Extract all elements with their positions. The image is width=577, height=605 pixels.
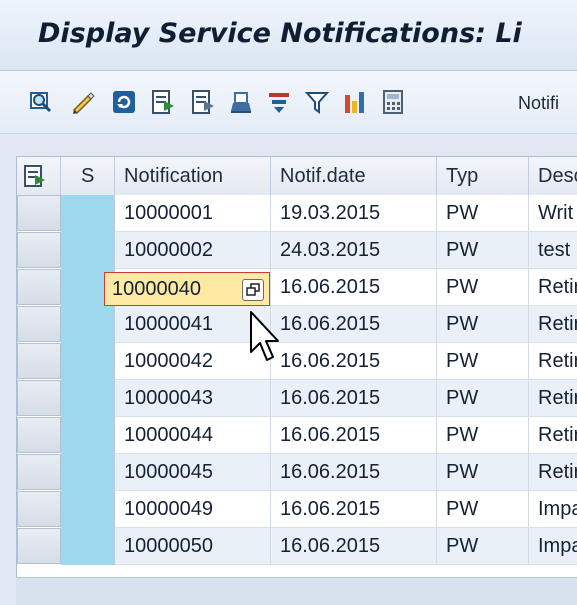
- status-cell: [61, 343, 115, 380]
- table-row[interactable]: 1000005016.06.2015PWImpa: [17, 528, 577, 565]
- status-cell: [61, 380, 115, 417]
- table-row[interactable]: 1000004016.06.2015PWRetir: [17, 269, 577, 306]
- details-icon[interactable]: [28, 89, 54, 115]
- row-selector[interactable]: [17, 417, 61, 453]
- title-bar: Display Service Notifications: Li: [0, 0, 577, 71]
- status-cell: [61, 528, 115, 565]
- notif-date-cell[interactable]: 16.06.2015: [271, 269, 437, 306]
- type-cell[interactable]: PW: [437, 343, 529, 380]
- table-row[interactable]: 10000002 24.03.2015 PW test: [17, 232, 577, 269]
- column-header-desc[interactable]: Desc: [529, 157, 577, 195]
- description-cell[interactable]: Retir: [529, 269, 577, 306]
- column-header-s[interactable]: S: [61, 157, 115, 195]
- description-cell[interactable]: test: [529, 232, 577, 269]
- notif-date-cell[interactable]: 16.06.2015: [271, 491, 437, 528]
- status-cell: [61, 417, 115, 454]
- notification-filter-label[interactable]: Notifi: [518, 93, 559, 114]
- notif-date-cell[interactable]: 16.06.2015: [271, 306, 437, 343]
- table-row[interactable]: 10000045 16.06.2015 PW Retir: [17, 454, 577, 491]
- type-cell[interactable]: PW: [437, 269, 529, 306]
- filter-icon[interactable]: [304, 89, 330, 115]
- notification-cell[interactable]: 10000050: [115, 528, 271, 565]
- refresh-icon[interactable]: [111, 89, 137, 115]
- select-all-icon[interactable]: [17, 157, 61, 195]
- print-icon[interactable]: [228, 89, 254, 115]
- table-row[interactable]: 10000041 16.06.2015 PW Retir: [17, 306, 577, 343]
- row-selector[interactable]: [17, 269, 61, 305]
- table-row[interactable]: 10000042 16.06.2015 PW Retir: [17, 343, 577, 380]
- status-cell: [61, 491, 115, 528]
- notification-cell[interactable]: 10000044: [115, 417, 271, 454]
- calculator-icon[interactable]: [380, 89, 406, 115]
- column-header-notif-date[interactable]: Notif.date: [271, 157, 437, 195]
- row-selector[interactable]: [17, 491, 61, 527]
- type-cell[interactable]: PW: [437, 491, 529, 528]
- notif-date-cell[interactable]: 16.06.2015: [271, 380, 437, 417]
- notif-date-cell[interactable]: 16.06.2015: [271, 528, 437, 565]
- description-cell[interactable]: Retir: [529, 343, 577, 380]
- type-cell[interactable]: PW: [437, 528, 529, 565]
- description-cell[interactable]: Retir: [529, 380, 577, 417]
- notif-date-cell[interactable]: 19.03.2015: [271, 195, 437, 232]
- row-selector[interactable]: [17, 306, 61, 342]
- table-row[interactable]: 10000001 19.03.2015 PW Writ: [17, 195, 577, 232]
- row-selector[interactable]: [17, 528, 61, 564]
- export-list-icon[interactable]: [150, 89, 176, 115]
- type-cell[interactable]: PW: [437, 306, 529, 343]
- status-cell: [61, 195, 115, 232]
- status-cell: [61, 306, 115, 343]
- notification-cell[interactable]: 10000040: [115, 269, 271, 306]
- sort-icon[interactable]: [266, 89, 292, 115]
- description-cell[interactable]: Retir: [529, 306, 577, 343]
- status-strip: [16, 577, 577, 605]
- chart-icon[interactable]: [342, 89, 368, 115]
- status-cell: [61, 454, 115, 491]
- description-cell[interactable]: Retir: [529, 417, 577, 454]
- page-title: Display Service Notifications: Li: [38, 18, 522, 49]
- notification-cell[interactable]: 10000002: [115, 232, 271, 269]
- row-selector[interactable]: [17, 380, 61, 416]
- status-cell: [61, 232, 115, 269]
- type-cell[interactable]: PW: [437, 232, 529, 269]
- row-selector[interactable]: [17, 195, 61, 231]
- type-cell[interactable]: PW: [437, 380, 529, 417]
- table-row[interactable]: 1000004916.06.2015PWImpa: [17, 491, 577, 528]
- notification-cell[interactable]: 10000049: [115, 491, 271, 528]
- notif-date-cell[interactable]: 16.06.2015: [271, 343, 437, 380]
- notifications-table: S Notification Notif.date Typ Desc 10000…: [16, 156, 577, 577]
- notification-cell[interactable]: 10000045: [115, 454, 271, 491]
- column-header-typ[interactable]: Typ: [437, 157, 529, 195]
- row-selector[interactable]: [17, 232, 61, 268]
- row-selector[interactable]: [17, 454, 61, 490]
- type-cell[interactable]: PW: [437, 195, 529, 232]
- table-header: S Notification Notif.date Typ Desc: [17, 157, 577, 196]
- notif-date-cell[interactable]: 24.03.2015: [271, 232, 437, 269]
- column-header-notification[interactable]: Notification: [115, 157, 271, 195]
- row-selector[interactable]: [17, 343, 61, 379]
- type-cell[interactable]: PW: [437, 417, 529, 454]
- notification-cell[interactable]: 10000043: [115, 380, 271, 417]
- table-row[interactable]: 10000043 16.06.2015 PW Retir: [17, 380, 577, 417]
- application-toolbar: Notifi: [0, 71, 577, 134]
- type-cell[interactable]: PW: [437, 454, 529, 491]
- description-cell[interactable]: Retir: [529, 454, 577, 491]
- table-row[interactable]: 10000044 16.06.2015 PW Retir: [17, 417, 577, 454]
- status-cell: [61, 269, 115, 306]
- notification-cell[interactable]: 10000001: [115, 195, 271, 232]
- mouse-cursor-icon: [248, 310, 282, 370]
- notif-date-cell[interactable]: 16.06.2015: [271, 417, 437, 454]
- description-cell[interactable]: Impa: [529, 528, 577, 565]
- notif-date-cell[interactable]: 16.06.2015: [271, 454, 437, 491]
- export-list-2-icon[interactable]: [190, 89, 216, 115]
- description-cell[interactable]: Impa: [529, 491, 577, 528]
- edit-pencil-icon[interactable]: [70, 89, 96, 115]
- description-cell[interactable]: Writ: [529, 195, 577, 232]
